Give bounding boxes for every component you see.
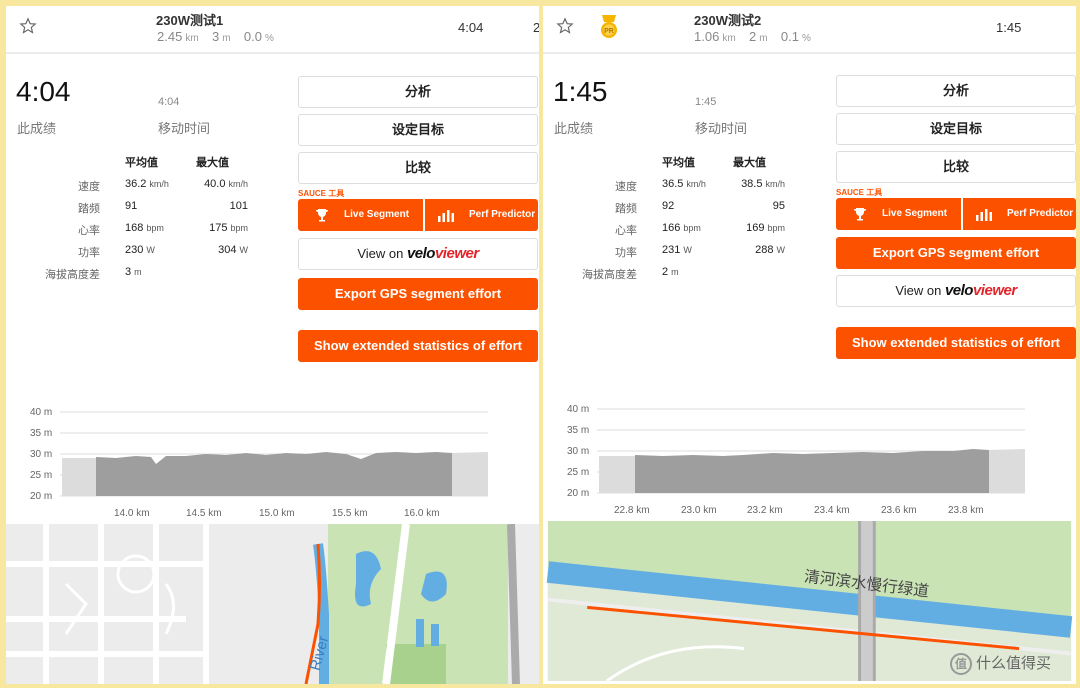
avg-header: 平均值 — [662, 157, 695, 169]
effort-time-label: 此成绩 — [17, 121, 57, 136]
stat-row-elevation: 海拔高度差 2m — [582, 266, 679, 281]
stat-row-power: 功率 230 W 304 W — [78, 244, 248, 259]
sauce-toolbar: Live Segment Perf Predictor — [298, 199, 538, 231]
watermark: 值什么值得买 — [950, 652, 1051, 676]
pr-medal-icon: PR — [601, 15, 617, 38]
elevation-chart: 40 m 35 m 30 m 25 m 20 m 22.8 km 23.0 km… — [567, 404, 1025, 516]
segment-panel-left: 230W测试1 2.45 km 3m 0.0% 4:04 2 4:04 此成绩 4… — [6, 6, 539, 684]
stat-row-heartrate: 心率 166 bpm 169 bpm — [615, 222, 785, 237]
star-icon[interactable] — [556, 17, 574, 35]
stat-row-power: 功率 231 W 288 W — [615, 244, 785, 259]
set-goal-button[interactable]: 设定目标 — [836, 113, 1076, 145]
segment-name[interactable]: 230W测试1 — [156, 10, 223, 29]
segment-meta: 2.45 km 3m 0.0% — [157, 29, 274, 44]
segment-name[interactable]: 230W测试2 — [694, 10, 761, 29]
x-tick: 14.5 km — [186, 508, 222, 519]
live-segment-button[interactable]: Live Segment — [298, 199, 423, 231]
trophy-icon — [316, 209, 328, 222]
bar-chart-icon — [438, 210, 454, 222]
stat-row-speed: 速度 36.5 km/h 38.5 km/h — [615, 178, 785, 193]
analysis-button[interactable]: 分析 — [298, 76, 538, 108]
y-tick: 35 m — [567, 425, 589, 436]
x-axis-labels: 22.8 km 23.0 km 23.2 km 23.4 km 23.6 km … — [614, 505, 984, 516]
max-header: 最大值 — [733, 157, 766, 169]
veloviewer-logo: veloviewer — [944, 282, 1017, 299]
segment-header: PR 230W测试2 1.06 km 2m 0.1% 1:45 — [543, 6, 1076, 54]
elevation-profile — [62, 458, 96, 496]
bar-chart-icon — [976, 209, 992, 221]
compare-button[interactable]: 比较 — [298, 152, 538, 184]
y-tick: 25 m — [30, 470, 52, 481]
live-segment-button[interactable]: Live Segment — [836, 198, 961, 230]
y-axis-labels: 40 m 35 m 30 m 25 m 20 m — [567, 404, 589, 499]
elevation-chart: 40 m 35 m 30 m 25 m 20 m 14.0 km 14.5 km… — [30, 407, 488, 519]
set-goal-button[interactable]: 设定目标 — [298, 114, 538, 146]
x-axis-labels: 14.0 km 14.5 km 15.0 km 15.5 km 16.0 km — [114, 508, 440, 519]
svg-text:PR: PR — [604, 28, 614, 35]
stat-row-speed: 速度 36.2 km/h 40.0 km/h — [78, 178, 248, 193]
sauce-tools-label: SAUCE 工具 — [298, 189, 345, 198]
y-tick: 40 m — [30, 407, 52, 418]
segment-header: 230W测试1 2.45 km 3m 0.0% 4:04 2 — [6, 6, 539, 54]
stat-row-heartrate: 心率 168 bpm 175 bpm — [78, 222, 248, 237]
x-tick: 16.0 km — [404, 508, 440, 519]
moving-time: 4:04 — [158, 96, 180, 108]
x-tick: 23.6 km — [881, 505, 917, 516]
x-tick: 23.0 km — [681, 505, 717, 516]
export-gps-button[interactable]: Export GPS segment effort — [298, 278, 538, 310]
analysis-button[interactable]: 分析 — [836, 75, 1076, 107]
effort-time-label: 此成绩 — [554, 121, 594, 136]
header-time: 1:45 — [996, 20, 1022, 35]
moving-time: 1:45 — [695, 96, 717, 108]
veloviewer-logo: veloviewer — [406, 245, 479, 262]
elevation-profile — [599, 456, 635, 493]
stat-row-cadence: 踏频 91 101 — [78, 200, 248, 215]
x-tick: 15.5 km — [332, 508, 368, 519]
veloviewer-button[interactable]: View on veloviewer — [298, 238, 538, 270]
moving-time-label: 移动时间 — [695, 121, 748, 136]
segment-panel-right: PR 230W测试2 1.06 km 2m 0.1% 1:45 1:45 此成绩 … — [543, 6, 1076, 684]
export-gps-button[interactable]: Export GPS segment effort — [836, 237, 1076, 269]
avg-header: 平均值 — [125, 157, 158, 169]
x-tick: 15.0 km — [259, 508, 295, 519]
perf-predictor-button[interactable]: Perf Predictor — [425, 199, 538, 231]
y-tick: 35 m — [30, 428, 52, 439]
header-overflow: 2 — [533, 20, 539, 35]
effort-time: 4:04 — [16, 76, 71, 107]
trophy-icon — [854, 208, 866, 221]
segment-profile — [96, 452, 452, 496]
watermark-icon: 值 — [950, 653, 972, 676]
x-tick: 23.4 km — [814, 505, 850, 516]
extended-stats-button[interactable]: Show extended statistics of effort — [298, 330, 538, 362]
veloviewer-button[interactable]: View on veloviewer — [836, 275, 1076, 307]
x-tick: 23.2 km — [747, 505, 783, 516]
extended-stats-button[interactable]: Show extended statistics of effort — [836, 327, 1076, 359]
effort-time: 1:45 — [553, 76, 608, 107]
header-time: 4:04 — [458, 20, 484, 35]
perf-predictor-button[interactable]: Perf Predictor — [963, 198, 1076, 230]
segment-meta: 1.06 km 2m 0.1% — [694, 29, 811, 44]
segment-map[interactable]: River — [6, 524, 539, 684]
max-header: 最大值 — [196, 157, 229, 169]
y-tick: 40 m — [567, 404, 589, 415]
x-tick: 14.0 km — [114, 508, 150, 519]
segment-profile — [635, 449, 989, 493]
compare-button[interactable]: 比较 — [836, 151, 1076, 183]
y-tick: 20 m — [567, 488, 589, 499]
y-tick: 25 m — [567, 467, 589, 478]
x-tick: 23.8 km — [948, 505, 984, 516]
y-tick: 20 m — [30, 491, 52, 502]
y-tick: 30 m — [567, 446, 589, 457]
sauce-tools-label: SAUCE 工具 — [836, 188, 883, 197]
moving-time-label: 移动时间 — [158, 121, 211, 136]
star-icon[interactable] — [19, 17, 37, 35]
stat-row-elevation: 海拔高度差 3m — [45, 266, 142, 281]
x-tick: 22.8 km — [614, 505, 650, 516]
elevation-profile-tail — [452, 452, 488, 496]
elevation-profile-tail — [989, 449, 1025, 493]
y-axis-labels: 40 m 35 m 30 m 25 m 20 m — [30, 407, 52, 502]
y-tick: 30 m — [30, 449, 52, 460]
sauce-toolbar: Live Segment Perf Predictor — [836, 198, 1076, 230]
stat-row-cadence: 踏频 92 95 — [615, 200, 785, 215]
